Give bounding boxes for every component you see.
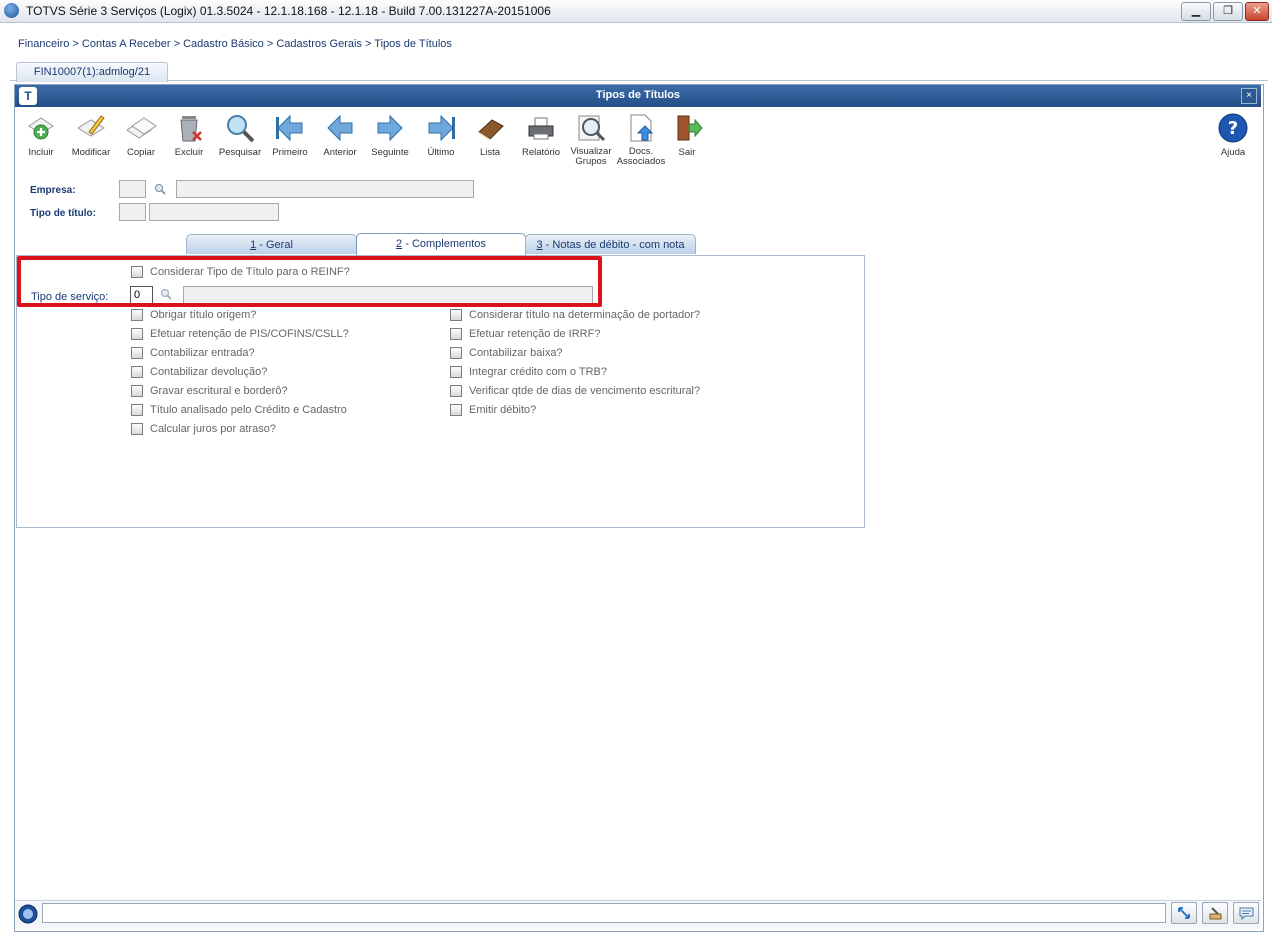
tipo-titulo-name-field [149, 203, 279, 221]
chat-bubble-icon [1239, 907, 1254, 921]
breadcrumb: Financeiro > Contas A Receber > Cadastro… [18, 38, 452, 50]
first-arrow-icon [276, 114, 303, 142]
tab-complementos-label: - Complementos [402, 238, 486, 250]
gravar-escritural-label: Gravar escritural e borderô? [150, 385, 288, 397]
ultimo-button[interactable]: Último [416, 110, 466, 168]
retencao-irrf-checkbox[interactable] [450, 328, 462, 340]
app-title: TOTVS Série 3 Serviços (Logix) 01.3.5024… [26, 4, 551, 18]
printer-icon [528, 117, 554, 140]
close-window-button[interactable]: ✕ [1245, 2, 1269, 21]
retencao-irrf-label: Efetuar retenção de IRRF? [469, 328, 601, 340]
previous-arrow-icon [327, 114, 353, 142]
restore-button[interactable]: ❐ [1213, 2, 1243, 21]
contabilizar-devolucao-checkbox[interactable] [131, 366, 143, 378]
tab-geral-label: - Geral [256, 239, 293, 251]
contabilizar-devolucao-label: Contabilizar devolução? [150, 366, 268, 378]
view-groups-icon [578, 115, 606, 142]
empresa-name-field [176, 180, 474, 198]
associated-docs-icon [630, 114, 654, 142]
tipo-titulo-label: Tipo de título: [30, 208, 96, 219]
ajuda-label: Ajuda [1220, 147, 1246, 158]
visualizar-grupos-button[interactable]: Visualizar Grupos [566, 110, 616, 168]
program-tab-strip [10, 80, 1268, 81]
titulo-analisado-checkbox[interactable] [131, 404, 143, 416]
status-message-field [42, 903, 1166, 923]
lista-button[interactable]: Lista [465, 110, 515, 168]
gravar-escritural-checkbox[interactable] [131, 385, 143, 397]
docs-associados-button[interactable]: Docs. Associados [616, 110, 666, 168]
tools-button[interactable] [1202, 902, 1228, 924]
tab-notas-debito-label: - Notas de débito - com nota [542, 239, 685, 251]
empresa-lookup-icon[interactable] [154, 183, 166, 195]
form-window-title: Tipos de Títulos [595, 89, 681, 101]
totvs-logo-icon [4, 3, 19, 18]
copy-icon [126, 117, 157, 139]
resize-button[interactable] [1171, 902, 1197, 924]
tab-notas-debito[interactable]: 3 - Notas de débito - com nota [525, 234, 696, 254]
ajuda-button[interactable]: ? Ajuda [1208, 110, 1258, 168]
tab-geral[interactable]: 1 - Geral [186, 234, 357, 254]
messages-button[interactable] [1233, 902, 1259, 924]
tools-icon [1209, 907, 1222, 920]
incluir-button[interactable]: Incluir [16, 110, 66, 168]
exit-door-icon [677, 115, 703, 141]
program-tab[interactable]: FIN10007(1):admlog/21 [16, 62, 168, 82]
contabilizar-entrada-label: Contabilizar entrada? [150, 347, 255, 359]
trash-icon [180, 116, 202, 142]
empresa-label: Empresa: [30, 185, 76, 196]
tipo-titulo-code-field[interactable] [119, 203, 146, 221]
modificar-button[interactable]: Modificar [66, 110, 116, 168]
tab-complementos[interactable]: 2 - Complementos [356, 233, 526, 255]
list-book-icon [478, 119, 504, 141]
last-arrow-icon [428, 114, 455, 142]
pesquisar-button[interactable]: Pesquisar [215, 110, 265, 168]
verificar-qtde-dias-checkbox[interactable] [450, 385, 462, 397]
determinacao-portador-checkbox[interactable] [450, 309, 462, 321]
obrigar-titulo-origem-label: Obrigar título origem? [150, 309, 257, 321]
titulo-analisado-label: Título analisado pelo Crédito e Cadastro [150, 404, 347, 416]
calcular-juros-checkbox[interactable] [131, 423, 143, 435]
copiar-button[interactable]: Copiar [116, 110, 166, 168]
empresa-code-field[interactable] [119, 180, 146, 198]
sair-label: Sair [678, 147, 696, 158]
seguinte-button[interactable]: Seguinte [365, 110, 415, 168]
svg-text:?: ? [1228, 118, 1238, 139]
status-logo-icon [18, 904, 38, 924]
emitir-debito-checkbox[interactable] [450, 404, 462, 416]
excluir-button[interactable]: Excluir [164, 110, 214, 168]
reinf-highlight-box [17, 256, 602, 307]
integrar-credito-checkbox[interactable] [450, 366, 462, 378]
contabilizar-baixa-checkbox[interactable] [450, 347, 462, 359]
contabilizar-baixa-label: Contabilizar baixa? [469, 347, 563, 359]
calcular-juros-label: Calcular juros por atraso? [150, 423, 276, 435]
resize-arrows-icon [1178, 907, 1190, 919]
add-icon [28, 117, 54, 140]
relatorio-button[interactable]: Relatório [516, 110, 566, 168]
emitir-debito-label: Emitir débito? [469, 404, 537, 416]
obrigar-titulo-origem-checkbox[interactable] [131, 309, 143, 321]
anterior-button[interactable]: Anterior [315, 110, 365, 168]
verificar-qtde-dias-label: Verificar qtde de dias de vencimento esc… [469, 385, 701, 397]
determinacao-portador-label: Considerar título na determinação de por… [469, 309, 701, 321]
primeiro-button[interactable]: Primeiro [265, 110, 315, 168]
search-icon [227, 115, 255, 143]
form-close-button[interactable]: × [1241, 88, 1257, 104]
sair-button[interactable]: Sair [662, 110, 712, 168]
retencao-pis-checkbox[interactable] [131, 328, 143, 340]
help-icon: ? [1218, 113, 1248, 143]
integrar-credito-label: Integrar crédito com o TRB? [469, 366, 607, 378]
contabilizar-entrada-checkbox[interactable] [131, 347, 143, 359]
retencao-pis-label: Efetuar retenção de PIS/COFINS/CSLL? [150, 328, 349, 340]
form-window-title-bar: T Tipos de Títulos × [15, 85, 1261, 107]
minimize-button[interactable]: ▁ [1181, 2, 1211, 21]
app-title-bar: TOTVS Série 3 Serviços (Logix) 01.3.5024… [0, 0, 1272, 23]
visualizar-label-line2: Grupos [575, 156, 607, 167]
edit-icon [77, 115, 105, 137]
next-arrow-icon [377, 114, 403, 142]
